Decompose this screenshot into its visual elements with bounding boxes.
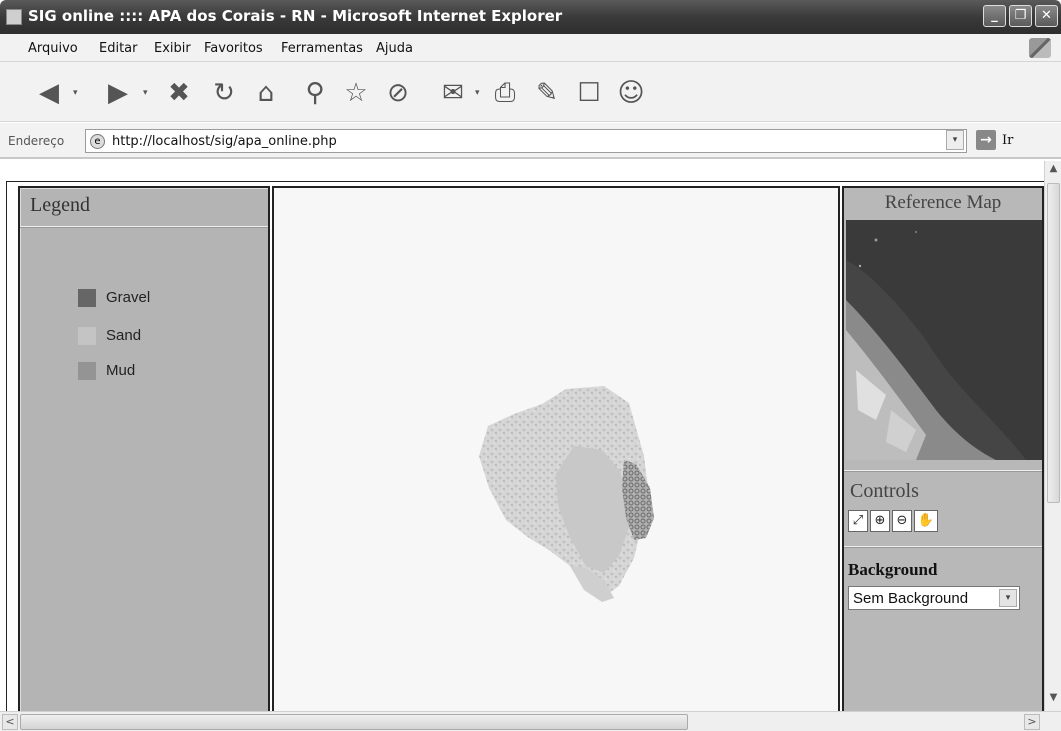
menu-arquivo[interactable]: Arquivo <box>28 41 78 56</box>
zoom-in-icon[interactable]: ⊕ <box>870 510 890 532</box>
home-icon[interactable]: ⌂ <box>249 76 283 110</box>
legend-title: Legend <box>30 194 90 216</box>
back-dropdown-icon[interactable]: ▾ <box>73 88 78 98</box>
mail-dropdown-icon[interactable]: ▾ <box>475 88 480 98</box>
forward-icon[interactable]: ▶ <box>101 76 135 110</box>
address-url[interactable]: http://localhost/sig/apa_online.php <box>112 134 337 149</box>
controls-title: Controls <box>850 480 919 502</box>
ie-window-icon <box>6 9 22 25</box>
full-extent-icon[interactable]: ⤢ <box>848 510 868 532</box>
forward-dropdown-icon[interactable]: ▾ <box>143 88 148 98</box>
legend-divider <box>20 226 268 228</box>
scroll-right-icon[interactable]: > <box>1024 714 1040 730</box>
toolbar: ◀ ▾ ▶ ▾ ✖ ↻ ⌂ ⚲ ☆ ⊘ ✉ ▾ ⎙ ✎ ☐ ☺ <box>0 62 1061 122</box>
menu-favoritos[interactable]: Favoritos <box>204 41 263 56</box>
favorites-icon[interactable]: ☆ <box>339 76 373 110</box>
panel-divider <box>844 470 1042 472</box>
page-icon: e <box>90 134 105 149</box>
go-arrow-icon[interactable]: → <box>976 130 996 150</box>
search-icon[interactable]: ⚲ <box>298 76 332 110</box>
scroll-left-icon[interactable]: < <box>2 714 18 730</box>
vertical-scroll-thumb[interactable] <box>1047 183 1060 503</box>
address-dropdown-icon[interactable]: ▾ <box>946 130 964 150</box>
close-button[interactable]: ✕ <box>1035 5 1058 27</box>
horizontal-scroll-thumb[interactable] <box>20 714 688 730</box>
reference-map-image[interactable] <box>846 220 1042 460</box>
print-icon[interactable]: ⎙ <box>488 76 522 110</box>
menu-ajuda[interactable]: Ajuda <box>376 41 413 56</box>
map-svg[interactable] <box>274 188 838 711</box>
scroll-down-icon[interactable]: ▼ <box>1046 692 1061 709</box>
discuss-icon[interactable]: ☐ <box>572 76 606 110</box>
title-bar: SIG online :::: APA dos Corais - RN - Mi… <box>0 0 1061 34</box>
sand-swatch <box>78 327 96 345</box>
page-viewport: Legend Gravel Sand Mud Reference Map Con… <box>0 161 1044 711</box>
reference-map-svg[interactable] <box>846 220 1042 460</box>
pan-hand-icon[interactable]: ✋ <box>914 510 938 532</box>
address-label: Endereço <box>8 134 65 148</box>
panel-divider <box>844 546 1042 548</box>
menu-editar[interactable]: Editar <box>99 41 138 56</box>
menu-bar: Arquivo Editar Exibir Favoritos Ferramen… <box>0 34 1061 62</box>
minimize-button[interactable]: _ <box>983 5 1006 27</box>
background-select-value: Sem Background <box>853 590 969 607</box>
legend-label: Gravel <box>106 289 151 306</box>
messenger-icon[interactable]: ☺ <box>614 76 648 110</box>
reference-map-title: Reference Map <box>884 192 1002 213</box>
zoom-out-icon[interactable]: ⊖ <box>892 510 912 532</box>
window-title: SIG online :::: APA dos Corais - RN - Mi… <box>28 7 563 25</box>
menu-ferramentas[interactable]: Ferramentas <box>281 41 363 56</box>
maximize-button[interactable]: ❐ <box>1009 5 1032 27</box>
stop-icon[interactable]: ✖ <box>162 76 196 110</box>
map-canvas[interactable] <box>272 186 840 711</box>
legend-label: Mud <box>106 362 136 379</box>
vertical-scrollbar[interactable]: ▲ ▼ <box>1044 161 1061 711</box>
gravel-swatch <box>78 289 96 307</box>
horizontal-scrollbar[interactable]: < > <box>0 711 1061 731</box>
legend-panel: Legend Gravel Sand Mud <box>18 186 270 711</box>
right-panel: Reference Map Controls ⤢ ⊕ ⊖ ✋ Backgroun… <box>842 186 1044 711</box>
legend-label: Sand <box>106 327 142 344</box>
address-bar: Endereço e http://localhost/sig/apa_onli… <box>0 123 1061 159</box>
background-select[interactable]: Sem Background ▾ <box>848 586 1020 610</box>
edit-icon[interactable]: ✎ <box>530 76 564 110</box>
mail-icon[interactable]: ✉ <box>436 76 470 110</box>
address-input[interactable]: e http://localhost/sig/apa_online.php <box>85 129 967 153</box>
mud-swatch <box>78 362 96 380</box>
windows-logo-icon <box>1029 38 1051 58</box>
menu-exibir[interactable]: Exibir <box>154 41 191 56</box>
scroll-up-icon[interactable]: ▲ <box>1046 163 1061 180</box>
history-icon[interactable]: ⊘ <box>381 76 415 110</box>
go-button[interactable]: Ir <box>1002 133 1013 148</box>
refresh-icon[interactable]: ↻ <box>207 76 241 110</box>
chevron-down-icon[interactable]: ▾ <box>999 589 1017 607</box>
back-icon[interactable]: ◀ <box>32 76 66 110</box>
background-title: Background <box>848 560 938 579</box>
